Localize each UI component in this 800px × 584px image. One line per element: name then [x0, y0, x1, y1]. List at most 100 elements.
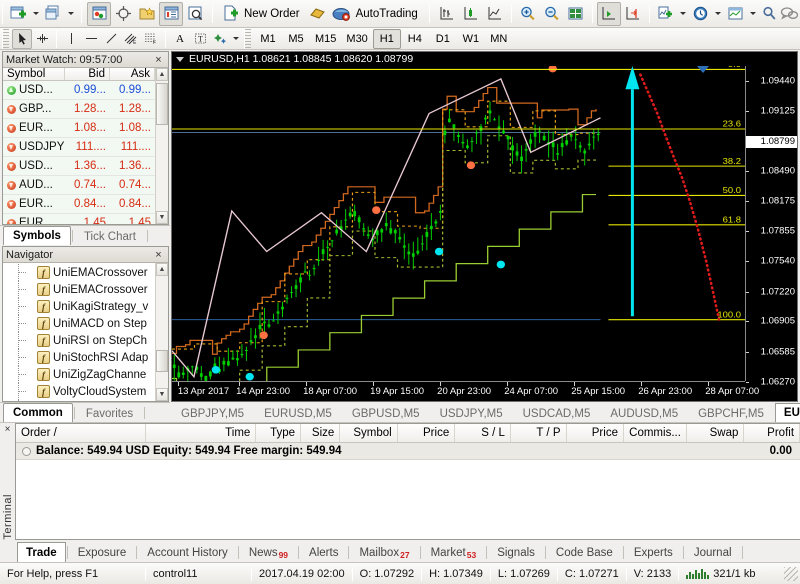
timeframe-toolbar-grip[interactable] — [244, 28, 251, 49]
chart-tab[interactable]: GBPCHF,M5 — [689, 404, 773, 422]
chart-tab[interactable]: EURUSD,M5 — [255, 404, 341, 422]
timeframe-m30[interactable]: M30 — [341, 29, 372, 49]
expert-advisors-icon[interactable] — [306, 2, 330, 26]
terminal-column-header[interactable]: Swap — [687, 424, 745, 442]
chart-grid-button[interactable] — [564, 2, 588, 26]
chart-tab[interactable]: GBPJPY,M5 — [172, 404, 253, 422]
terminal-tab[interactable]: Exposure — [69, 543, 136, 562]
terminal-column-header[interactable]: S / L — [455, 424, 511, 442]
price-scale[interactable]: 1.09440 1.09125 1.08799 1.08490 1.08175 1.078… — [745, 66, 797, 387]
autotrading-icon[interactable] — [330, 2, 354, 26]
terminal-tab[interactable]: Code Base — [547, 543, 622, 562]
crosshair-tool[interactable] — [32, 29, 52, 49]
shapes-dropdown[interactable] — [230, 27, 241, 51]
templates-dropdown[interactable] — [748, 2, 759, 26]
zoom-out-button[interactable] — [540, 2, 564, 26]
terminal-tab[interactable]: Journal — [685, 543, 741, 562]
fibonacci-tool[interactable]: F — [141, 29, 161, 49]
cursor-tool[interactable] — [12, 28, 32, 49]
terminal-column-header[interactable]: Price — [398, 424, 456, 442]
market-watch-row[interactable]: GBP... 1.28... 1.28... — [3, 100, 155, 119]
column-symbol[interactable]: Symbol — [3, 68, 65, 80]
timeframe-m15[interactable]: M15 — [310, 29, 341, 49]
terminal-column-header[interactable]: Symbol — [340, 424, 398, 442]
market-watch-close-icon[interactable]: × — [152, 53, 165, 66]
resize-grip[interactable] — [784, 566, 798, 581]
chart-plot[interactable]: 0.0 23.6 38.2 50.0 61.8 100.0 — [172, 60, 745, 401]
time-scale[interactable]: 13 Apr 2017 14 Apr 23:00 18 Apr 07:00 19 Ap… — [172, 381, 759, 401]
navigator-item[interactable]: f UniEMACrossover — [3, 264, 155, 281]
chart-tab[interactable]: USDJPY,M5 — [431, 404, 512, 422]
timeframe-h1[interactable]: H1 — [372, 28, 401, 49]
profiles-button[interactable] — [41, 2, 65, 26]
templates-button[interactable] — [724, 2, 748, 26]
chart-menu-icon[interactable] — [176, 56, 184, 62]
data-window-button[interactable] — [111, 2, 135, 26]
navigator-item[interactable]: f UniKagiStrategy_v — [3, 298, 155, 315]
timeframe-mn[interactable]: MN — [485, 29, 513, 49]
scroll-thumb[interactable] — [156, 83, 168, 125]
navigator-item[interactable]: fWSOWROTrend — [3, 400, 155, 401]
market-watch-row[interactable]: AUD... 0.74... 0.74... — [3, 176, 155, 195]
shapes-tool[interactable] — [210, 29, 230, 49]
strategy-tester-button[interactable] — [183, 2, 207, 26]
tab-favorites[interactable]: Favorites — [76, 404, 143, 422]
chart-tab[interactable]: USDCAD,M5 — [514, 404, 600, 422]
column-bid[interactable]: Bid — [65, 68, 110, 80]
navigator-item[interactable]: f UniZigZagChanne — [3, 366, 155, 383]
search-icon[interactable] — [760, 2, 779, 26]
indicators-button[interactable] — [654, 2, 678, 26]
autotrading-label[interactable]: AutoTrading — [354, 8, 424, 20]
auto-scroll-button[interactable] — [596, 1, 621, 26]
new-order-label[interactable]: New Order — [242, 8, 306, 20]
column-ask[interactable]: Ask — [110, 68, 155, 80]
market-watch-row[interactable]: EUR... 1.08... 1.08... — [3, 119, 155, 138]
trendline-tool[interactable] — [101, 29, 121, 49]
scroll-track[interactable] — [156, 276, 168, 388]
terminal-column-header[interactable]: Type — [256, 424, 302, 442]
market-watch-row[interactable]: USD... 1.36... 1.36... — [3, 157, 155, 176]
terminal-tab[interactable]: Market 53 — [422, 543, 486, 562]
terminal-tab[interactable]: Mailbox 27 — [350, 543, 418, 562]
terminal-tab[interactable]: Account History — [138, 543, 237, 562]
equidistant-channel-tool[interactable]: E — [121, 29, 141, 49]
scroll-track[interactable] — [156, 81, 168, 211]
new-chart-dropdown[interactable] — [30, 2, 41, 26]
tab-tick-chart[interactable]: Tick Chart — [74, 227, 146, 245]
terminal-tab[interactable]: News 99 — [240, 543, 297, 562]
profiles-dropdown[interactable] — [65, 2, 76, 26]
terminal-column-header[interactable]: Profit — [744, 424, 800, 442]
indicators-dropdown[interactable] — [678, 2, 689, 26]
text-label-tool[interactable]: T — [190, 29, 210, 49]
terminal-tab[interactable]: Signals — [488, 543, 544, 562]
market-watch-scrollbar[interactable]: ▲ ▼ — [155, 68, 168, 224]
scroll-up-icon[interactable]: ▲ — [156, 263, 168, 276]
navigator-item[interactable]: f UniMACD on Step — [3, 315, 155, 332]
chart-tab[interactable]: EURUSD — [774, 403, 800, 422]
new-chart-button[interactable] — [6, 2, 30, 26]
toolbar-grip[interactable] — [2, 3, 3, 24]
market-watch-row[interactable]: EUR 1.45 1.45 — [3, 214, 155, 224]
market-watch-row[interactable]: EUR... 0.84... 0.84... — [3, 195, 155, 214]
tab-symbols[interactable]: Symbols — [3, 226, 71, 245]
timeframe-m1[interactable]: M1 — [254, 29, 282, 49]
periods-dropdown[interactable] — [713, 2, 724, 26]
timeframe-w1[interactable]: W1 — [457, 29, 485, 49]
navigator-item[interactable]: f UniRSI on StepCh — [3, 332, 155, 349]
timeframe-h4[interactable]: H4 — [401, 29, 429, 49]
terminal-button[interactable] — [159, 1, 183, 26]
scroll-down-icon[interactable]: ▼ — [156, 388, 168, 401]
terminal-tab[interactable]: Experts — [625, 543, 682, 562]
balance-row[interactable]: Balance: 549.94 USD Equity: 549.94 Free … — [16, 443, 800, 460]
terminal-column-header[interactable]: Price — [567, 424, 624, 442]
terminal-column-header[interactable]: Order / — [16, 424, 146, 442]
scroll-up-icon[interactable]: ▲ — [156, 68, 168, 81]
status-server[interactable]: control11 — [146, 563, 251, 584]
expand-icon[interactable] — [22, 446, 31, 456]
chat-icon[interactable] — [779, 2, 800, 26]
text-tool[interactable]: A — [170, 29, 190, 49]
chart-tab[interactable]: GBPUSD,M5 — [343, 404, 429, 422]
timeframe-d1[interactable]: D1 — [429, 29, 457, 49]
horizontal-line-tool[interactable] — [81, 29, 101, 49]
navigator-item[interactable]: f UniEMACrossover — [3, 281, 155, 298]
